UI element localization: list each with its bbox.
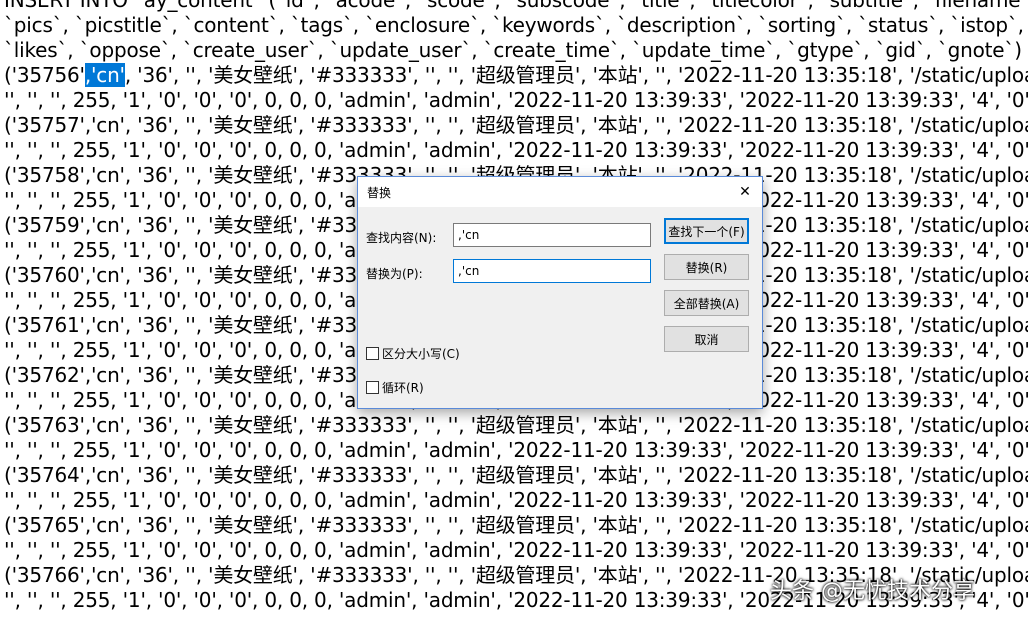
wrap-label: 循环(R): [382, 381, 424, 395]
match-case-label: 区分大小写(C): [382, 347, 460, 361]
replace-button[interactable]: 替换(R): [664, 254, 749, 280]
replace-dialog: 替换 ✕ 查找内容(N): 替换为(P): 查找下一个(F) 替换(R) 全部替…: [357, 176, 763, 409]
code-line: `likes`, `oppose`, `create_user`, `updat…: [4, 38, 1028, 62]
find-input[interactable]: [453, 223, 651, 247]
code-line: '', '', '', 255, '1', '0', '0', '0', 0, …: [4, 438, 1028, 462]
wrap-checkbox[interactable]: [366, 381, 379, 394]
code-line: '', '', '', 255, '1', '0', '0', '0', 0, …: [4, 88, 1028, 112]
replace-label: 替换为(P):: [366, 267, 423, 281]
watermark: 头条 @无忧技术分享: [770, 579, 975, 604]
code-line: '', '', '', 255, '1', '0', '0', '0', 0, …: [4, 488, 1028, 512]
find-next-button[interactable]: 查找下一个(F): [664, 218, 749, 244]
selected-text: ,'cn': [84, 63, 125, 87]
code-line: `pics`, `picstitle`, `content`, `tags`, …: [4, 13, 1024, 37]
close-icon: ✕: [739, 184, 751, 200]
find-label: 查找内容(N):: [366, 231, 437, 245]
code-line: ('35756','cn', '36', '', '美女壁纸', '#33333…: [4, 63, 1028, 87]
dialog-titlebar[interactable]: 替换 ✕: [358, 177, 762, 207]
code-line: '', '', '', 255, '1', '0', '0', '0', 0, …: [4, 538, 1028, 562]
replace-input[interactable]: [453, 259, 651, 283]
close-button[interactable]: ✕: [728, 177, 762, 207]
wrap-option[interactable]: 循环(R): [366, 379, 424, 396]
code-line: ('35764','cn', '36', '', '美女壁纸', '#33333…: [4, 463, 1028, 487]
code-line: '', '', '', 255, '1', '0', '0', '0', 0, …: [4, 138, 1028, 162]
match-case-option[interactable]: 区分大小写(C): [366, 345, 460, 362]
cancel-button[interactable]: 取消: [664, 326, 749, 352]
code-line: ('35757','cn', '36', '', '美女壁纸', '#33333…: [4, 113, 1028, 137]
code-line: ('35765','cn', '36', '', '美女壁纸', '#33333…: [4, 513, 1028, 537]
replace-all-button[interactable]: 全部替换(A): [664, 290, 749, 316]
match-case-checkbox[interactable]: [366, 347, 379, 360]
code-line: ('35763','cn', '36', '', '美女壁纸', '#33333…: [4, 413, 1028, 437]
dialog-title: 替换: [367, 186, 392, 200]
code-line: INSERT INTO `ay_content` (`id`, `acode`,…: [4, 0, 1028, 12]
